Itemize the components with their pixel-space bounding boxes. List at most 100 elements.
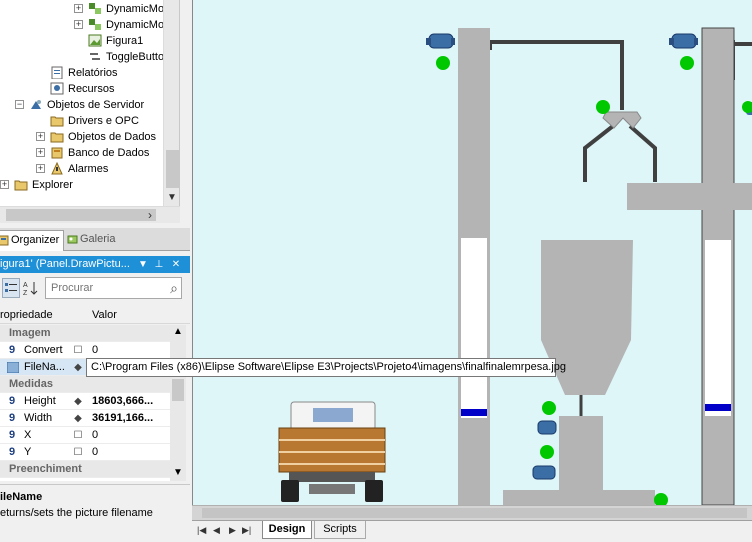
tree-horizontal-scrollbar[interactable]: ›: [0, 206, 180, 223]
categorized-icon: [5, 283, 17, 292]
scroll-up-icon[interactable]: ▲: [173, 326, 183, 337]
dynamic-icon: [89, 3, 101, 14]
scroll-down-icon[interactable]: ▼: [167, 192, 177, 203]
resources-icon: [50, 82, 64, 95]
scroll-down-icon[interactable]: ▼: [173, 467, 183, 478]
column-property: ropriedade: [0, 309, 53, 321]
tab-scripts[interactable]: Scripts: [314, 521, 366, 539]
canvas-horizontal-scrollbar[interactable]: [192, 505, 752, 520]
gallery-icon: [67, 235, 78, 244]
search-box[interactable]: ⌕: [45, 277, 182, 299]
folder-icon: [14, 180, 28, 191]
category-label: Imagem: [9, 327, 51, 339]
property-value[interactable]: 36191,166...: [92, 410, 170, 427]
property-row[interactable]: 9 Convert ☐ 0: [0, 342, 170, 359]
indicator-light: [596, 100, 610, 114]
pump-icon: [426, 33, 455, 49]
prev-page-icon[interactable]: ◀: [213, 525, 220, 536]
pump-icon: [669, 33, 698, 49]
tree-item-label: Banco de Dados: [68, 147, 150, 159]
indicator-light: [542, 401, 556, 415]
silo-base: [559, 416, 603, 491]
next-page-icon[interactable]: ▶: [229, 525, 236, 536]
tree-scroll-thumb[interactable]: [166, 150, 179, 188]
property-flag-icon: ◆: [74, 362, 82, 373]
property-flag-icon: ◆: [74, 396, 82, 407]
folder-icon: [50, 116, 64, 127]
tab-organizer[interactable]: Organizer: [0, 230, 64, 251]
pipe-splitter-left: [583, 124, 657, 182]
property-name: X: [24, 429, 32, 441]
project-tree: + DynamicMo + DynamicMo Figura1 ToggleButto Re…: [0, 0, 180, 206]
indicator-light: [436, 56, 450, 70]
property-row[interactable]: 9 Height ◆ 18603,666...: [0, 393, 170, 410]
tab-design[interactable]: Design: [262, 521, 312, 539]
property-name: Y: [24, 446, 32, 458]
process-diagram: [278, 27, 752, 505]
sort-az-button[interactable]: AZ: [21, 278, 39, 298]
search-icon[interactable]: ⌕: [170, 280, 178, 297]
pipe-top-left: [488, 40, 624, 110]
expand-toggle-icon[interactable]: +: [74, 4, 83, 13]
property-category[interactable]: Preenchiment: [0, 461, 170, 478]
expand-toggle-icon[interactable]: +: [36, 132, 45, 141]
property-flag-icon: ◆: [74, 413, 82, 424]
canvas-scroll-thumb[interactable]: [202, 508, 747, 518]
property-value[interactable]: 0: [92, 444, 170, 461]
reports-icon: [51, 66, 63, 79]
tab-galeria[interactable]: Galeria: [66, 230, 126, 251]
properties-toolbar: AZ ⌕: [0, 274, 190, 302]
document-tabs: |◀ ◀ ▶ ▶| Design Scripts: [192, 520, 752, 542]
search-input[interactable]: [49, 279, 161, 297]
ground-slab: [503, 490, 655, 505]
expand-toggle-icon[interactable]: +: [0, 180, 9, 189]
design-canvas[interactable]: [192, 0, 752, 505]
filename-tooltip: C:\Program Files (x86)\Elipse Software\E…: [86, 358, 566, 377]
tree-item-label: ToggleButto: [106, 51, 165, 63]
expand-toggle-icon[interactable]: +: [36, 148, 45, 157]
property-category[interactable]: Imagem: [0, 325, 170, 342]
property-value[interactable]: 0: [92, 342, 170, 359]
property-row[interactable]: 9 Width ◆ 36191,166...: [0, 410, 170, 427]
property-category[interactable]: Medidas: [0, 376, 170, 393]
expand-toggle-icon[interactable]: +: [74, 20, 83, 29]
picture-type-icon: [7, 362, 19, 373]
folder-icon: [50, 132, 64, 143]
expand-toggle-icon[interactable]: −: [15, 100, 24, 109]
property-flag-icon: ☐: [73, 447, 83, 458]
alarm-icon: [51, 162, 63, 175]
property-row[interactable]: 9 X ☐ 0: [0, 427, 170, 444]
property-flag-icon: ☐: [73, 430, 83, 441]
picture-icon: [88, 34, 102, 47]
toggle-icon: [90, 53, 100, 60]
dropdown-icon[interactable]: ▼: [137, 256, 149, 273]
categorized-view-button[interactable]: [2, 278, 20, 298]
first-page-icon[interactable]: |◀: [197, 525, 206, 536]
property-value[interactable]: 0: [92, 427, 170, 444]
last-page-icon[interactable]: ▶|: [242, 525, 251, 536]
property-flag-icon: ☐: [73, 345, 83, 356]
properties-title-bar: igura1' (Panel.DrawPictu... ▼ ⊥ ✕: [0, 256, 190, 273]
pin-icon[interactable]: ⊥: [153, 256, 165, 273]
close-icon[interactable]: ✕: [170, 256, 182, 273]
category-label: Medidas: [9, 378, 54, 390]
tree-item-label: Figura1: [106, 35, 144, 47]
tank-right-level: [705, 404, 731, 411]
property-type-icon: 9: [9, 344, 16, 356]
server-objects-icon: [31, 100, 41, 109]
grid-scroll-thumb[interactable]: [172, 379, 184, 401]
scroll-right-icon[interactable]: ›: [148, 208, 152, 222]
expand-toggle-icon[interactable]: +: [36, 164, 45, 173]
grid-scrollbar[interactable]: ▲ ▼: [170, 325, 186, 481]
indicator-light: [742, 101, 752, 113]
property-type-icon: 9: [9, 412, 16, 424]
property-value[interactable]: 18603,666...: [92, 393, 170, 410]
category-label: Preenchiment: [9, 463, 82, 475]
truck-image: [278, 401, 386, 502]
tree-hscroll-thumb[interactable]: [6, 209, 156, 221]
indicator-light: [654, 493, 668, 505]
property-row[interactable]: 9 Y ☐ 0: [0, 444, 170, 461]
tree-vertical-scrollbar[interactable]: ▼: [163, 0, 179, 206]
property-name: FileNa...: [24, 361, 65, 373]
property-type-icon: 9: [9, 395, 16, 407]
